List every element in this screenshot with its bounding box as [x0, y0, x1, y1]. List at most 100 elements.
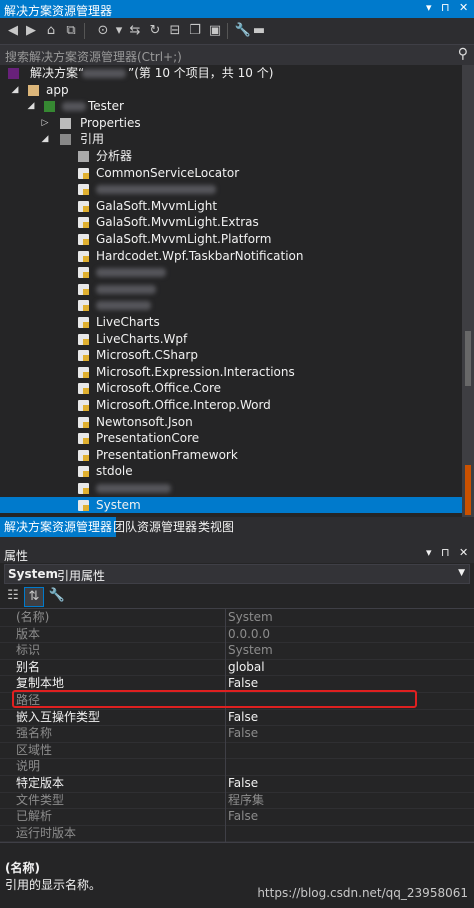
solution-view-icon[interactable]: ⧉: [62, 22, 80, 40]
expanded-arrow-icon[interactable]: ◢: [10, 82, 20, 99]
copy-icon[interactable]: ❐: [186, 22, 204, 40]
reference-item[interactable]: Microsoft.Office.Interop.Word: [0, 397, 462, 414]
alphabetical-icon[interactable]: ⇅: [24, 587, 44, 607]
reference-item[interactable]: [0, 297, 462, 314]
close-icon[interactable]: ✕: [459, 546, 468, 559]
property-value[interactable]: System: [228, 642, 273, 659]
property-row[interactable]: 别名 global: [0, 659, 474, 677]
explorer-tabs: 解决方案资源管理器 团队资源管理器 类视图: [0, 517, 474, 537]
property-row[interactable]: 特定版本 False: [0, 775, 474, 793]
collapsed-arrow-icon[interactable]: ▷: [40, 115, 50, 132]
property-value[interactable]: global: [228, 659, 265, 676]
expanded-arrow-icon[interactable]: ◢: [26, 98, 36, 115]
reference-item[interactable]: Hardcodet.Wpf.TaskbarNotification: [0, 248, 462, 265]
object-type: 引用属性: [57, 569, 106, 583]
property-pages-wrench-icon[interactable]: 🔧: [48, 587, 66, 605]
reference-item[interactable]: stdole: [0, 463, 462, 480]
reference-item[interactable]: [0, 480, 462, 497]
reference-item[interactable]: Microsoft.Office.Core: [0, 380, 462, 397]
tab-solution-explorer[interactable]: 解决方案资源管理器: [0, 517, 117, 537]
property-row[interactable]: 已解析 False: [0, 808, 474, 826]
property-value[interactable]: False: [228, 725, 258, 742]
refresh-icon[interactable]: ↻: [146, 22, 164, 40]
search-icon[interactable]: ⚲: [458, 46, 468, 62]
app-folder-node[interactable]: ◢ app: [0, 82, 462, 99]
reference-item[interactable]: PresentationCore: [0, 430, 462, 447]
collapse-all-icon[interactable]: ⊟: [166, 22, 184, 40]
reference-label: stdole: [96, 464, 133, 479]
forward-icon[interactable]: ▶: [22, 22, 40, 40]
reference-label: Microsoft.Office.Core: [96, 381, 222, 396]
analyzers-node[interactable]: 分析器: [0, 148, 462, 165]
references-node[interactable]: ◢ 引用: [0, 131, 462, 148]
reference-item[interactable]: GalaSoft.MvvmLight: [0, 198, 462, 215]
reference-item[interactable]: [0, 264, 462, 281]
explorer-search[interactable]: 搜索解决方案资源管理器(Ctrl+;) ⚲: [0, 44, 474, 66]
reference-item[interactable]: LiveCharts.Wpf: [0, 331, 462, 348]
reference-item[interactable]: Newtonsoft.Json: [0, 414, 462, 431]
dropdown-icon[interactable]: ▾: [426, 1, 432, 14]
reference-label: Microsoft.Expression.Interactions: [96, 364, 295, 379]
property-value[interactable]: False: [228, 808, 258, 825]
reference-icon: [78, 350, 89, 362]
pin-icon[interactable]: ⊓: [441, 546, 450, 559]
preview-icon[interactable]: ▬: [250, 22, 268, 40]
reference-item[interactable]: [0, 281, 462, 298]
categorized-icon[interactable]: ☷: [4, 587, 22, 605]
property-row[interactable]: 说明: [0, 758, 474, 776]
solution-tree: 解决方案“ ”(第 10 个项目，共 10 个) ◢ app ◢ Tester …: [0, 65, 462, 517]
property-value[interactable]: System: [228, 609, 273, 626]
reference-item[interactable]: LiveCharts: [0, 314, 462, 331]
close-icon[interactable]: ✕: [459, 1, 468, 14]
reference-icon: [78, 333, 89, 345]
redacted-text: [96, 484, 171, 493]
chevron-down-icon[interactable]: ▼: [458, 568, 465, 578]
sync-icon[interactable]: ⇆: [126, 22, 144, 40]
search-input[interactable]: 搜索解决方案资源管理器(Ctrl+;): [5, 48, 182, 65]
expanded-arrow-icon[interactable]: ◢: [40, 131, 50, 148]
tab-class-view[interactable]: 类视图: [194, 517, 238, 537]
reference-item[interactable]: PresentationFramework: [0, 447, 462, 464]
home-icon[interactable]: ⌂: [42, 22, 60, 40]
reference-item[interactable]: CommonServiceLocator: [0, 165, 462, 182]
property-value[interactable]: False: [228, 775, 258, 792]
property-name: 嵌入互操作类型: [16, 709, 101, 724]
solution-node[interactable]: 解决方案“ ”(第 10 个项目，共 10 个): [0, 65, 462, 82]
scrollbar-thumb[interactable]: [465, 331, 471, 387]
reference-item[interactable]: System: [0, 496, 462, 514]
reference-icon: [78, 267, 89, 279]
reference-icon: [78, 400, 89, 411]
properties-node[interactable]: ▷ Properties: [0, 115, 462, 132]
show-all-files-icon[interactable]: ▣: [206, 22, 224, 40]
analyzer-icon: [78, 151, 89, 162]
pin-icon[interactable]: ⊓: [441, 1, 450, 14]
reference-label: PresentationCore: [96, 431, 200, 446]
analyzers-label: 分析器: [96, 149, 133, 163]
property-row[interactable]: 文件类型 程序集: [0, 792, 474, 810]
reference-item[interactable]: Microsoft.Expression.Interactions: [0, 364, 462, 381]
project-node[interactable]: ◢ Tester: [0, 98, 462, 115]
object-selector[interactable]: System 引用属性 ▼: [4, 564, 470, 584]
property-row[interactable]: 运行时版本: [0, 825, 474, 843]
reference-icon: [78, 466, 89, 478]
tab-team-explorer[interactable]: 团队资源管理器: [109, 517, 201, 537]
reference-item[interactable]: [0, 181, 462, 198]
property-row[interactable]: (名称) System: [0, 609, 474, 627]
solution-label: 解决方案“: [30, 66, 85, 80]
property-name: 别名: [16, 659, 41, 674]
reference-item[interactable]: GalaSoft.MvvmLight.Platform: [0, 231, 462, 248]
property-value[interactable]: 程序集: [228, 792, 264, 809]
back-icon[interactable]: ◀: [4, 22, 22, 40]
dropdown-icon[interactable]: ▾: [426, 546, 432, 559]
property-value[interactable]: False: [228, 709, 258, 726]
property-row[interactable]: 标识 System: [0, 642, 474, 660]
explorer-scrollbar[interactable]: [462, 65, 474, 517]
property-row[interactable]: 版本 0.0.0.0: [0, 626, 474, 644]
reference-item[interactable]: Microsoft.CSharp: [0, 347, 462, 364]
property-value[interactable]: 0.0.0.0: [228, 626, 270, 643]
reference-icon: [78, 383, 89, 395]
reference-item[interactable]: GalaSoft.MvvmLight.Extras: [0, 214, 462, 231]
property-row[interactable]: 区域性: [0, 742, 474, 760]
property-row[interactable]: 强名称 False: [0, 725, 474, 743]
property-row[interactable]: 嵌入互操作类型 False: [0, 709, 474, 727]
